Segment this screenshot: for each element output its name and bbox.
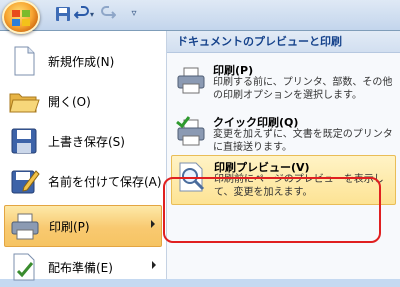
- menu-item-save-as[interactable]: 名前を付けて保存(A): [4, 161, 162, 201]
- save-as-icon: [11, 170, 40, 194]
- office-menu-left-pane: 新規作成(N) 開く(O) 上書き保存(S) 名前を付けて保存(A) 印刷(P)…: [0, 31, 167, 281]
- quick-access-toolbar: ▾ ▿: [0, 0, 400, 34]
- menu-item-label: 新規作成(N): [48, 54, 115, 69]
- undo-dropdown-icon[interactable]: ▾: [90, 10, 94, 19]
- menu-item-label: 上書き保存(S): [48, 134, 125, 149]
- undo-icon[interactable]: [74, 6, 90, 22]
- submenu-arrow-icon: [151, 220, 155, 228]
- submenu-item-quick-print[interactable]: クイック印刷(Q) 変更を加えずに、文書を既定のプリンタに直接送ります。: [171, 111, 396, 161]
- menu-item-open[interactable]: 開く(O): [4, 81, 162, 121]
- office-logo-icon: [12, 10, 30, 26]
- printer-icon: [11, 213, 39, 240]
- new-document-icon: [14, 46, 35, 76]
- menu-item-new[interactable]: 新規作成(N): [4, 41, 162, 81]
- quick-print-icon: [176, 116, 205, 146]
- menu-item-print[interactable]: 印刷(P): [4, 205, 162, 247]
- submenu-item-print-preview[interactable]: 印刷プレビュー(V) 印刷前にページのプレビューを表示して、変更を加えます。: [171, 155, 396, 205]
- submenu-item-description: 印刷前にページのプレビューを表示して、変更を加えます。: [214, 174, 384, 198]
- submenu-item-description: 変更を加えずに、文書を既定のプリンタに直接送ります。: [213, 129, 393, 153]
- office-button[interactable]: [2, 0, 40, 34]
- submenu-header: ドキュメントのプレビューと印刷: [167, 31, 400, 53]
- save-icon: [11, 128, 37, 154]
- printer-icon: [177, 67, 205, 94]
- submenu-item-print[interactable]: 印刷(P) 印刷する前に、プリンタ、部数、その他の印刷オプションを選択します。: [171, 59, 396, 109]
- open-folder-icon: [9, 93, 40, 113]
- submenu-arrow-icon: [152, 261, 156, 269]
- print-preview-icon: [179, 162, 205, 192]
- menu-item-label: 名前を付けて保存(A): [48, 174, 162, 189]
- office-menu-right-pane: ドキュメントのプレビューと印刷 印刷(P) 印刷する前に、プリンタ、部数、その他…: [167, 31, 400, 279]
- save-icon[interactable]: [55, 6, 71, 22]
- menu-item-label: 開く(O): [48, 94, 91, 109]
- prepare-icon: [13, 253, 35, 281]
- office-menu: 新規作成(N) 開く(O) 上書き保存(S) 名前を付けて保存(A) 印刷(P)…: [0, 30, 400, 281]
- menu-item-label: 配布準備(E): [48, 260, 113, 275]
- menu-item-save[interactable]: 上書き保存(S): [4, 121, 162, 161]
- submenu-item-description: 印刷する前に、プリンタ、部数、その他の印刷オプションを選択します。: [213, 77, 393, 101]
- menu-item-label: 印刷(P): [49, 219, 90, 234]
- customize-qat-icon[interactable]: ▿: [128, 5, 140, 23]
- redo-icon[interactable]: [100, 6, 116, 22]
- menu-item-prepare[interactable]: 配布準備(E): [4, 247, 162, 287]
